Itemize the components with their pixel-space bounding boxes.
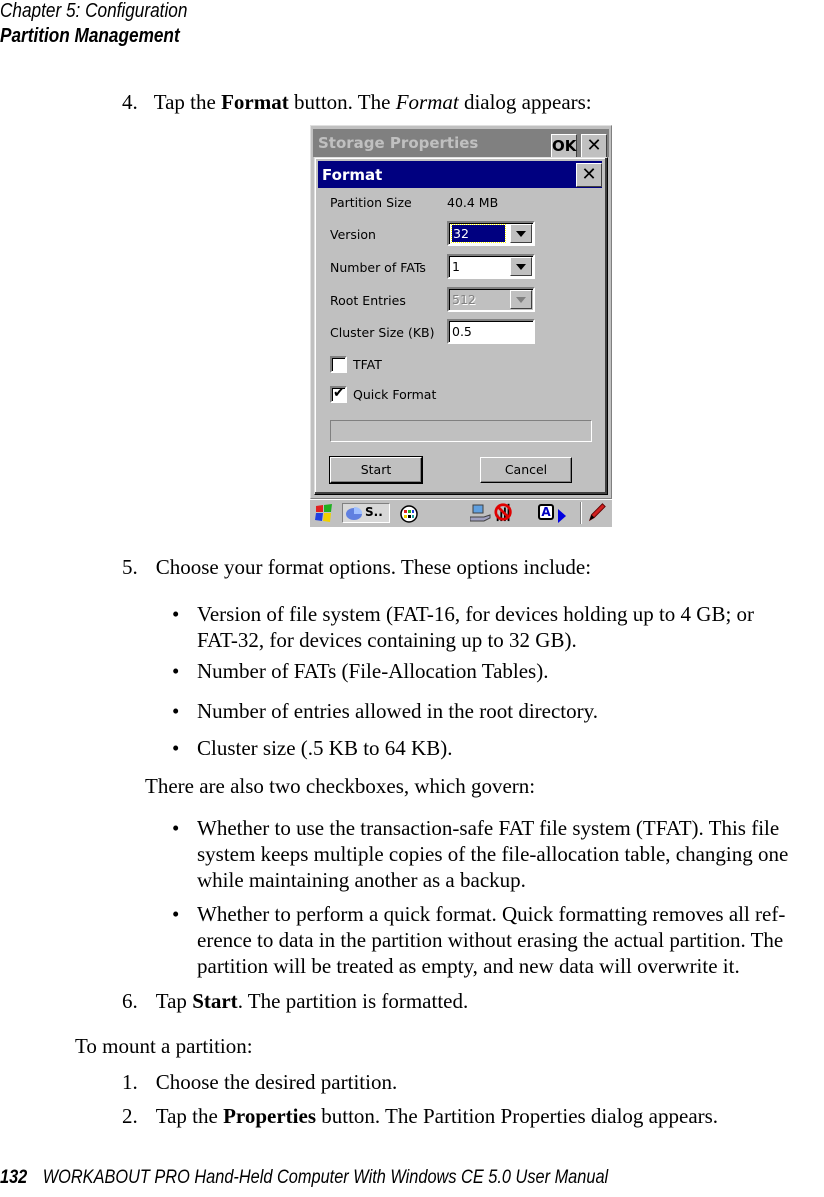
- partition-size-value: 40.4 MB: [447, 195, 499, 210]
- step-6: 6. Tap Start. The partition is formatted.: [122, 989, 468, 1013]
- version-label: Version: [330, 227, 376, 242]
- bullet-icon: •: [172, 659, 180, 683]
- checkbox-intro: There are also two checkboxes, which gov…: [145, 774, 536, 798]
- bold-term: Properties: [223, 1104, 317, 1128]
- root-entries-label: Root Entries: [330, 293, 406, 308]
- root-entries-value: 512: [452, 292, 476, 307]
- version-value: 32: [451, 224, 506, 243]
- fats-label: Number of FATs: [330, 260, 426, 275]
- input-mode-icon[interactable]: A: [538, 504, 554, 520]
- step-text: Choose the desired partition.: [155, 1070, 398, 1094]
- close-icon[interactable]: ✕: [581, 134, 607, 158]
- ok-button[interactable]: OK: [551, 134, 577, 158]
- bullet-icon: •: [172, 902, 180, 926]
- close-icon[interactable]: ✕: [576, 163, 602, 187]
- progress-track: [330, 420, 592, 442]
- step-number: 1.: [122, 1070, 138, 1094]
- step-text: Tap the: [153, 90, 222, 114]
- bullet-line: Whether to perform a quick format. Quick…: [197, 902, 786, 926]
- taskbar-divider: [580, 502, 582, 524]
- step-text: Tap: [155, 989, 193, 1013]
- fats-dropdown[interactable]: 1: [447, 254, 535, 279]
- tfat-label: TFAT: [353, 357, 382, 372]
- windows-flag-icon[interactable]: [314, 503, 334, 523]
- chevron-down-icon[interactable]: [510, 257, 532, 276]
- cluster-size-label: Cluster Size (KB): [330, 325, 435, 340]
- tfat-checkbox[interactable]: [330, 356, 347, 373]
- step-4: 4. Tap the Format button. The Format dial…: [122, 90, 592, 114]
- network-icon[interactable]: [470, 503, 492, 523]
- format-dialog-titlebar: Format ✕: [318, 161, 602, 188]
- bullet-icon: •: [172, 602, 180, 626]
- chevron-down-icon: [510, 290, 532, 309]
- bullet-line: FAT-32, for devices containing up to 32 …: [197, 628, 577, 652]
- cancel-button[interactable]: Cancel: [480, 457, 572, 483]
- bold-term: Start: [192, 989, 238, 1013]
- bullet-line: Cluster size (.5 KB to 64 KB).: [197, 736, 453, 760]
- step-number: 5.: [122, 555, 138, 579]
- step-number: 2.: [122, 1104, 138, 1128]
- version-dropdown[interactable]: 32: [447, 221, 535, 246]
- step-text: dialog appears:: [458, 90, 592, 114]
- mount-step-2: 2. Tap the Properties button. The Partiti…: [122, 1104, 718, 1128]
- bullet-line: Whether to use the transaction-safe FAT …: [197, 816, 780, 840]
- window-title: Storage Properties: [318, 134, 479, 152]
- format-progress-bar: [330, 420, 594, 443]
- start-button[interactable]: Start: [329, 456, 423, 484]
- arrow-right-icon[interactable]: [558, 506, 566, 526]
- bullet-line: Number of FATs (File-Allocation Tables).: [197, 659, 549, 683]
- format-dialog-screenshot: Storage Properties OK ✕ Format ✕ Partiti…: [310, 125, 612, 527]
- step-text: . The partition is formatted.: [237, 989, 469, 1013]
- chapter-header: Chapter 5: Configuration: [0, 0, 188, 22]
- chevron-down-icon[interactable]: [510, 224, 532, 243]
- taskbar: S.. A: [310, 499, 612, 527]
- step-text: button. The Partition Properties dialog …: [316, 1104, 719, 1128]
- step-number: 6.: [122, 989, 138, 1013]
- step-text: button. The: [288, 90, 396, 114]
- bullet-line: while maintaining another as a backup.: [197, 868, 526, 892]
- root-entries-dropdown: 512: [447, 287, 535, 312]
- page-number: 132: [0, 1167, 28, 1188]
- bullet-icon: •: [172, 736, 180, 760]
- step-number: 4.: [122, 90, 138, 114]
- cluster-size-input[interactable]: 0.5: [447, 319, 535, 344]
- storage-properties-titlebar: Storage Properties OK ✕: [313, 129, 609, 158]
- section-header: Partition Management: [0, 25, 180, 47]
- step-5: 5. Choose your format options. These opti…: [122, 555, 591, 579]
- italic-term: Format: [395, 90, 459, 114]
- bullet-line: Number of entries allowed in the root di…: [197, 699, 599, 723]
- stylus-pen-icon[interactable]: [586, 502, 608, 522]
- quick-format-checkbox[interactable]: ✔: [330, 385, 347, 403]
- bullet-icon: •: [172, 699, 180, 723]
- check-icon: ✔: [333, 385, 345, 401]
- mount-intro: To mount a partition:: [75, 1034, 253, 1058]
- format-dialog: Format ✕ Partition Size 40.4 MB Version …: [314, 157, 608, 495]
- bullet-line: Version of file system (FAT-16, for devi…: [197, 602, 755, 626]
- task-button-storage[interactable]: S..: [342, 503, 390, 523]
- bullet-line: system keeps multiple copies of the file…: [197, 842, 789, 866]
- fats-value: 1: [452, 259, 460, 274]
- dialog-title: Format: [322, 166, 383, 184]
- bullet-line: partition will be treated as empty, and …: [197, 954, 740, 978]
- partition-size-label: Partition Size: [330, 195, 412, 210]
- bullet-icon: •: [172, 816, 180, 840]
- storage-manager-icon: [346, 506, 363, 520]
- quick-format-label: Quick Format: [353, 387, 437, 402]
- task-label: S..: [365, 505, 383, 519]
- mount-step-1: 1. Choose the desired partition.: [122, 1070, 397, 1094]
- manual-title: WORKABOUT PRO Hand-Held Computer With Wi…: [42, 1167, 609, 1188]
- page-footer: 132 WORKABOUT PRO Hand-Held Computer With…: [0, 1167, 608, 1189]
- cluster-size-value: 0.5: [452, 324, 472, 339]
- color-palette-icon[interactable]: [400, 504, 418, 524]
- step-text: Choose your format options. These option…: [155, 555, 592, 579]
- no-signal-icon[interactable]: [492, 502, 516, 522]
- bullet-line: erence to data in the partition without …: [197, 928, 784, 952]
- bold-term: Format: [221, 90, 289, 114]
- step-text: Tap the: [155, 1104, 224, 1128]
